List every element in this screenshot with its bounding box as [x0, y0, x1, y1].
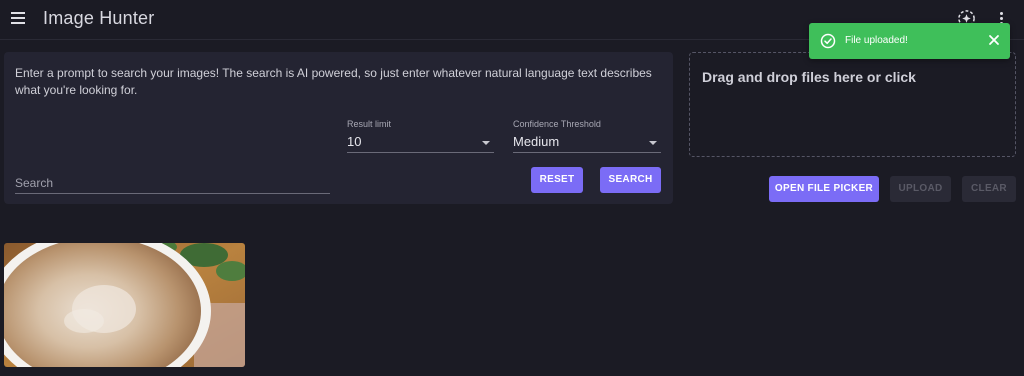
close-icon[interactable] — [987, 33, 1001, 47]
reset-button[interactable]: RESET — [531, 167, 583, 193]
confidence-threshold-select[interactable]: Confidence Threshold Medium — [513, 119, 661, 153]
result-limit-select[interactable]: Result limit 10 — [347, 119, 494, 153]
result-limit-value: 10 — [347, 134, 362, 149]
search-button[interactable]: SEARCH — [600, 167, 661, 193]
file-dropzone[interactable]: Drag and drop files here or click — [689, 52, 1016, 157]
check-circle-icon — [820, 33, 836, 49]
confidence-threshold-value: Medium — [513, 134, 560, 149]
upload-button[interactable]: UPLOAD — [890, 176, 951, 202]
confidence-threshold-label: Confidence Threshold — [513, 119, 601, 129]
dropzone-text: Drag and drop files here or click — [702, 69, 916, 85]
hamburger-menu-icon[interactable] — [9, 10, 27, 28]
success-toast: File uploaded! — [809, 23, 1010, 59]
toast-message: File uploaded! — [845, 35, 908, 46]
latte-art-image — [4, 243, 245, 367]
result-image[interactable] — [4, 243, 245, 367]
chevron-down-icon — [649, 141, 657, 145]
chevron-down-icon — [482, 141, 490, 145]
search-input[interactable]: Search — [15, 172, 330, 194]
search-placeholder: Search — [15, 176, 54, 190]
app-title: Image Hunter — [43, 8, 155, 28]
clear-button[interactable]: CLEAR — [962, 176, 1016, 202]
search-card: Enter a prompt to search your images! Th… — [4, 52, 673, 204]
result-limit-label: Result limit — [347, 119, 392, 129]
search-instructions: Enter a prompt to search your images! Th… — [15, 66, 652, 97]
open-file-picker-button[interactable]: OPEN FILE PICKER — [769, 176, 879, 202]
